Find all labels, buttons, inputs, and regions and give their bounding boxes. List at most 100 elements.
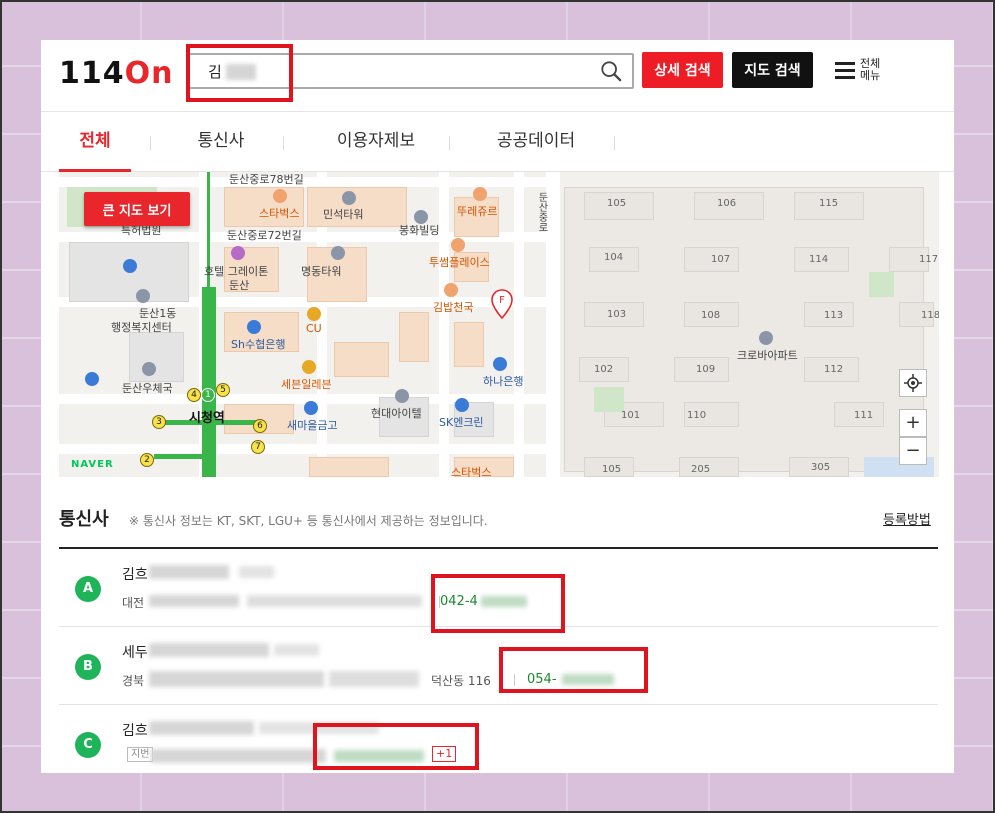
map-label: CU [306, 322, 322, 335]
apt-label: 113 [824, 310, 844, 321]
register-method-link[interactable]: 등록방법 [883, 509, 931, 528]
redacted-name [149, 721, 254, 735]
logo-number: 114 [59, 56, 125, 91]
convenience-store-icon [307, 307, 321, 321]
station-exit-marker: 2 [140, 453, 154, 467]
map-label: Sh수협은행 [231, 338, 286, 351]
logo-on: On [124, 56, 174, 91]
redacted-name [149, 643, 269, 657]
zoom-in-button[interactable]: + [899, 409, 927, 437]
apt-label: 108 [701, 310, 721, 321]
parking-icon [123, 259, 137, 273]
map-label: SK엔크린 [439, 416, 484, 429]
apartment-icon [759, 331, 773, 345]
apt-label: 107 [711, 254, 731, 265]
building-icon [342, 191, 356, 205]
full-menu-button[interactable]: 전체 메뉴 [835, 58, 895, 88]
map-label: 김밥천국 [433, 301, 474, 314]
station-exit-marker: 7 [251, 440, 265, 454]
naver-logo: NAVER [71, 459, 114, 470]
convenience-store-icon [302, 360, 316, 374]
highlight-box-phone-c [313, 723, 479, 770]
apt-label: 103 [607, 309, 627, 320]
restaurant-icon [444, 283, 458, 297]
menu-label: 전체 메뉴 [860, 57, 881, 82]
station-exit-marker: 3 [152, 415, 166, 429]
location-marker-icon[interactable]: F [491, 289, 513, 319]
cafe-icon [451, 238, 465, 252]
map-label: 하나은행 [483, 375, 524, 388]
map-label: 행정복지센터 [111, 321, 172, 334]
apt-label: 117 [919, 254, 939, 265]
search-icon[interactable] [600, 60, 622, 82]
logo[interactable]: 114On [59, 56, 174, 91]
bank-icon [304, 401, 318, 415]
apt-label: 102 [594, 364, 614, 375]
detail-search-button[interactable]: 상세 검색 [642, 52, 723, 88]
tab-public-data[interactable]: 공공데이터 [481, 112, 591, 172]
bank-icon [247, 320, 261, 334]
item-name[interactable]: 김흐 [122, 564, 148, 584]
apt-label: 104 [604, 252, 624, 263]
post-office-icon [142, 362, 156, 376]
building-icon [136, 289, 150, 303]
tab-carrier[interactable]: 통신사 [181, 112, 261, 172]
building-icon [395, 389, 409, 403]
map-search-button[interactable]: 지도 검색 [732, 52, 813, 88]
redacted-name [149, 565, 229, 579]
marker-badge: C [75, 732, 101, 758]
redacted-address [151, 749, 326, 763]
map-label: 둔산중로 [536, 192, 547, 232]
map-label: 새마을금고 [287, 419, 338, 432]
map-label: 현대아이텔 [371, 407, 422, 420]
apt-label: 114 [809, 254, 829, 265]
parking-icon [85, 372, 99, 386]
redacted-address [329, 671, 419, 687]
item-name[interactable]: 세두 [122, 642, 148, 662]
list-item[interactable]: C 김흐 지번 +1 [59, 705, 938, 773]
bank-icon [493, 357, 507, 371]
address-type-tag: 지번 [127, 747, 154, 762]
tab-divider [150, 136, 151, 150]
section-title: 통신사 [59, 509, 109, 530]
zoom-out-button[interactable]: − [899, 437, 927, 465]
station-exit-marker: 6 [253, 419, 267, 433]
redacted-address [149, 595, 239, 607]
apt-label: 109 [696, 364, 716, 375]
tab-divider [449, 136, 450, 150]
map-label: 시청역 [189, 411, 225, 426]
map-label: 둔산우체국 [122, 382, 173, 395]
item-name[interactable]: 김흐 [122, 720, 148, 740]
map-label: 스타벅스 [259, 207, 300, 220]
map-label: 뚜레쥬르 [457, 205, 498, 218]
tab-all[interactable]: 전체 [59, 112, 131, 172]
big-map-button[interactable]: 큰 지도 보기 [84, 192, 190, 226]
station-exit-marker: 5 [216, 383, 230, 397]
my-location-button[interactable] [899, 369, 927, 397]
apt-label: 101 [621, 410, 641, 421]
building-icon [331, 246, 345, 260]
item-address-detail: 덕산동 116 [431, 674, 491, 688]
item-address: 대전 [122, 596, 145, 610]
tab-divider [283, 136, 284, 150]
apt-label: 110 [687, 410, 707, 421]
gas-station-icon [455, 398, 469, 412]
map[interactable]: 105 106 115 104 107 114 117 103 108 113 … [59, 172, 939, 477]
apt-label: 205 [691, 464, 711, 475]
map-label: 크로바아파트 [737, 349, 798, 362]
redacted-address [247, 595, 422, 607]
apt-label: 105 [602, 464, 622, 475]
subway-line-1 [202, 287, 216, 477]
map-label: 봉화빌딩 [399, 224, 440, 237]
station-exit-marker: 1 [201, 388, 215, 402]
station-exit-marker: 4 [187, 388, 201, 402]
tab-user-report[interactable]: 이용자제보 [316, 112, 436, 172]
map-label: 둔산중로72번길 [227, 229, 302, 242]
marker-badge: B [75, 654, 101, 680]
apt-label: 105 [607, 198, 627, 209]
map-label: 스타벅스 [451, 466, 492, 477]
header: 114On 상세 검색 지도 검색 전체메뉴 [41, 40, 954, 112]
highlight-box-phone-b [499, 647, 648, 693]
map-label: 민석타워 [323, 208, 364, 221]
map-label: 세븐일레븐 [281, 378, 332, 391]
